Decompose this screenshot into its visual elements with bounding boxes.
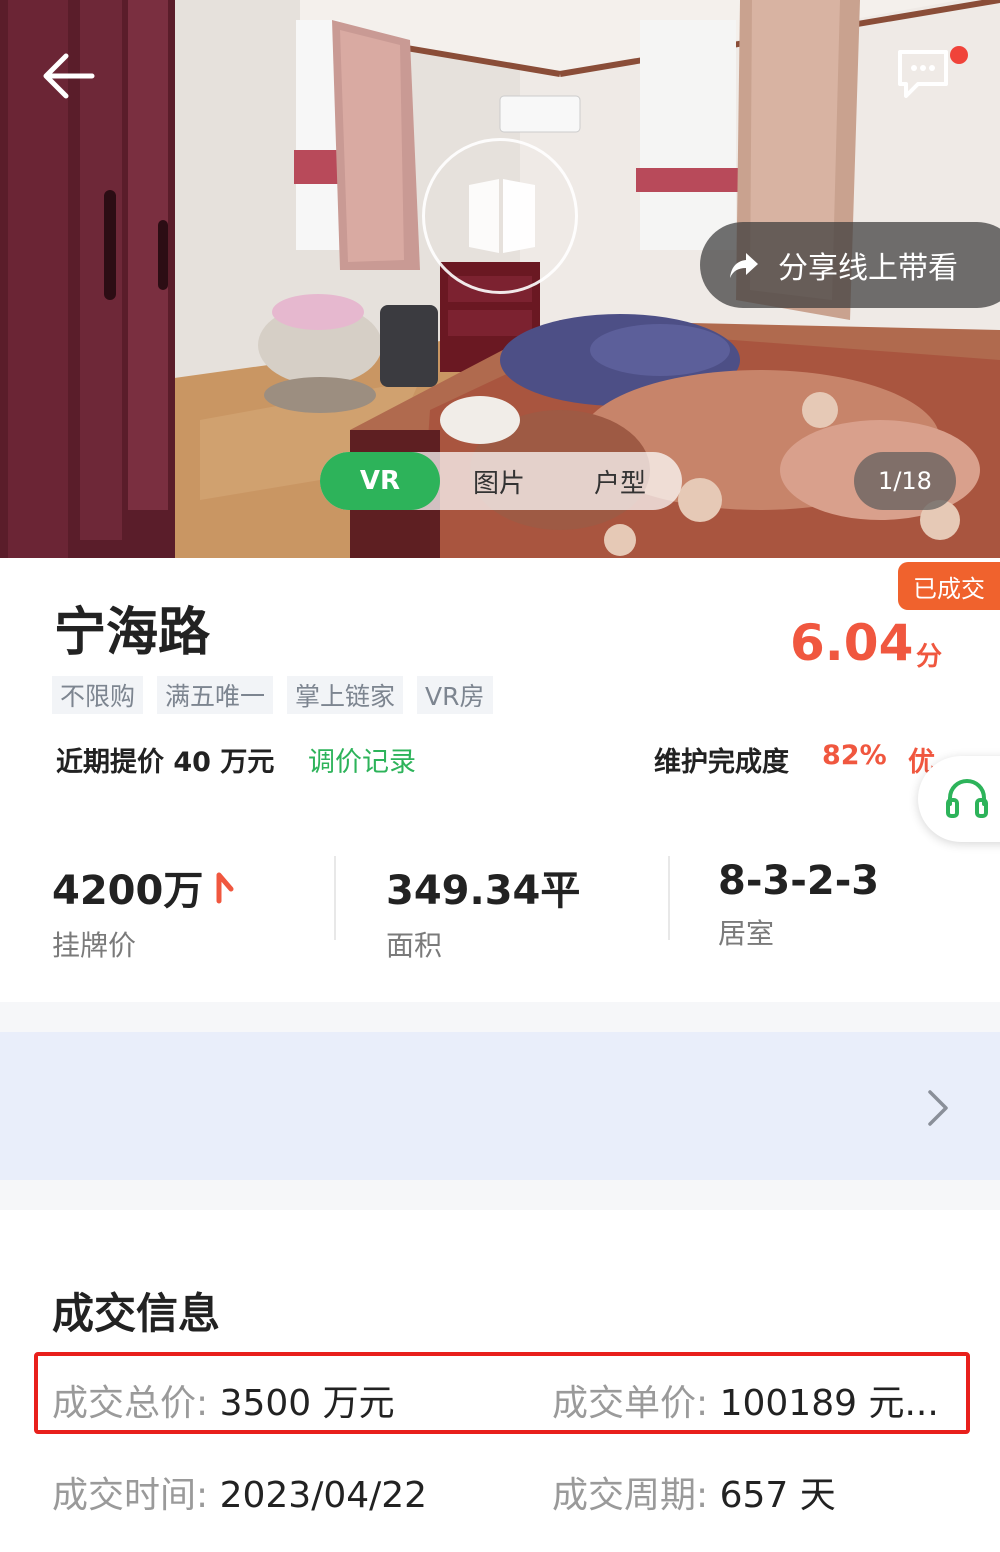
stat-divider (334, 856, 336, 940)
customer-service-button[interactable] (918, 756, 1000, 842)
stat-label: 居室 (718, 917, 775, 950)
maintenance-percent: 82% (822, 740, 887, 771)
tag: 不限购 (52, 676, 144, 714)
stat-label: 挂牌价 (52, 929, 137, 962)
tag: VR房 (417, 676, 493, 714)
page-title: 宁海路 (54, 603, 211, 663)
promo-banner[interactable] (0, 1032, 1000, 1180)
deal-value: 2023/04/22 (219, 1475, 428, 1516)
tag-list: 不限购 满五唯一 掌上链家 VR房 (52, 676, 493, 714)
stat-label: 面积 (386, 929, 443, 962)
stat-listing-price: 4200万 挂牌价 (52, 858, 239, 964)
deal-unit-price: 成交单价: 100189 元... (552, 1374, 939, 1426)
stat-layout: 8-3-2-3 居室 (718, 858, 879, 952)
tab-vr[interactable]: VR (320, 452, 440, 510)
section-gap (0, 1002, 1000, 1032)
hero-photo[interactable]: 分享线上带看 VR 图片 户型 1/18 (0, 0, 1000, 558)
status-badge: 已成交 (898, 562, 1000, 610)
score-unit: 分 (916, 642, 943, 672)
stat-value: 4200万 (52, 868, 204, 914)
listing-detail-page: 分享线上带看 VR 图片 户型 1/18 已成交 宁海路 6.04 分 不限购 … (0, 0, 1000, 1552)
price-up-arrow-icon (216, 872, 234, 904)
vr-icon (469, 179, 535, 253)
maintenance-label: 维护完成度 (654, 747, 789, 778)
deal-label: 成交单价: (552, 1383, 720, 1424)
deal-label: 成交总价: (52, 1383, 220, 1424)
deal-value: 100189 元... (719, 1383, 939, 1424)
tab-floorplan[interactable]: 户型 (558, 452, 682, 510)
section-gap (0, 1180, 1000, 1210)
media-tabs: VR 图片 户型 (320, 452, 682, 510)
recent-price-change: 近期提价 40 万元 (56, 747, 275, 778)
tag: 掌上链家 (287, 676, 404, 714)
deal-date: 成交时间: 2023/04/22 (52, 1466, 427, 1518)
photo-counter: 1/18 (854, 452, 956, 510)
stat-value: 349.34平 (386, 868, 581, 914)
vr-view-button[interactable] (422, 138, 578, 294)
share-label: 分享线上带看 (778, 251, 958, 286)
unread-dot (950, 46, 968, 64)
deal-total-price: 成交总价: 3500 万元 (52, 1374, 395, 1426)
share-online-viewing-button[interactable]: 分享线上带看 (700, 222, 1000, 308)
deal-label: 成交周期: (552, 1475, 720, 1516)
back-arrow-icon (43, 53, 95, 99)
deal-value: 3500 万元 (219, 1383, 395, 1424)
section-title: 成交信息 (52, 1289, 221, 1338)
tag: 满五唯一 (157, 676, 274, 714)
price-history-link[interactable]: 调价记录 (308, 740, 416, 779)
deal-cycle: 成交周期: 657 天 (552, 1466, 836, 1518)
headset-icon (946, 778, 988, 818)
stat-area: 349.34平 面积 (386, 858, 580, 964)
stat-divider (668, 856, 670, 940)
chevron-right-icon (928, 1090, 948, 1126)
score-value: 6.04 (790, 614, 914, 672)
back-button[interactable] (36, 48, 106, 104)
stat-value: 8-3-2-3 (718, 858, 880, 904)
tab-photos[interactable]: 图片 (440, 452, 558, 510)
share-arrow-icon (730, 253, 758, 278)
deal-value: 657 天 (719, 1475, 836, 1516)
deal-label: 成交时间: (52, 1475, 220, 1516)
